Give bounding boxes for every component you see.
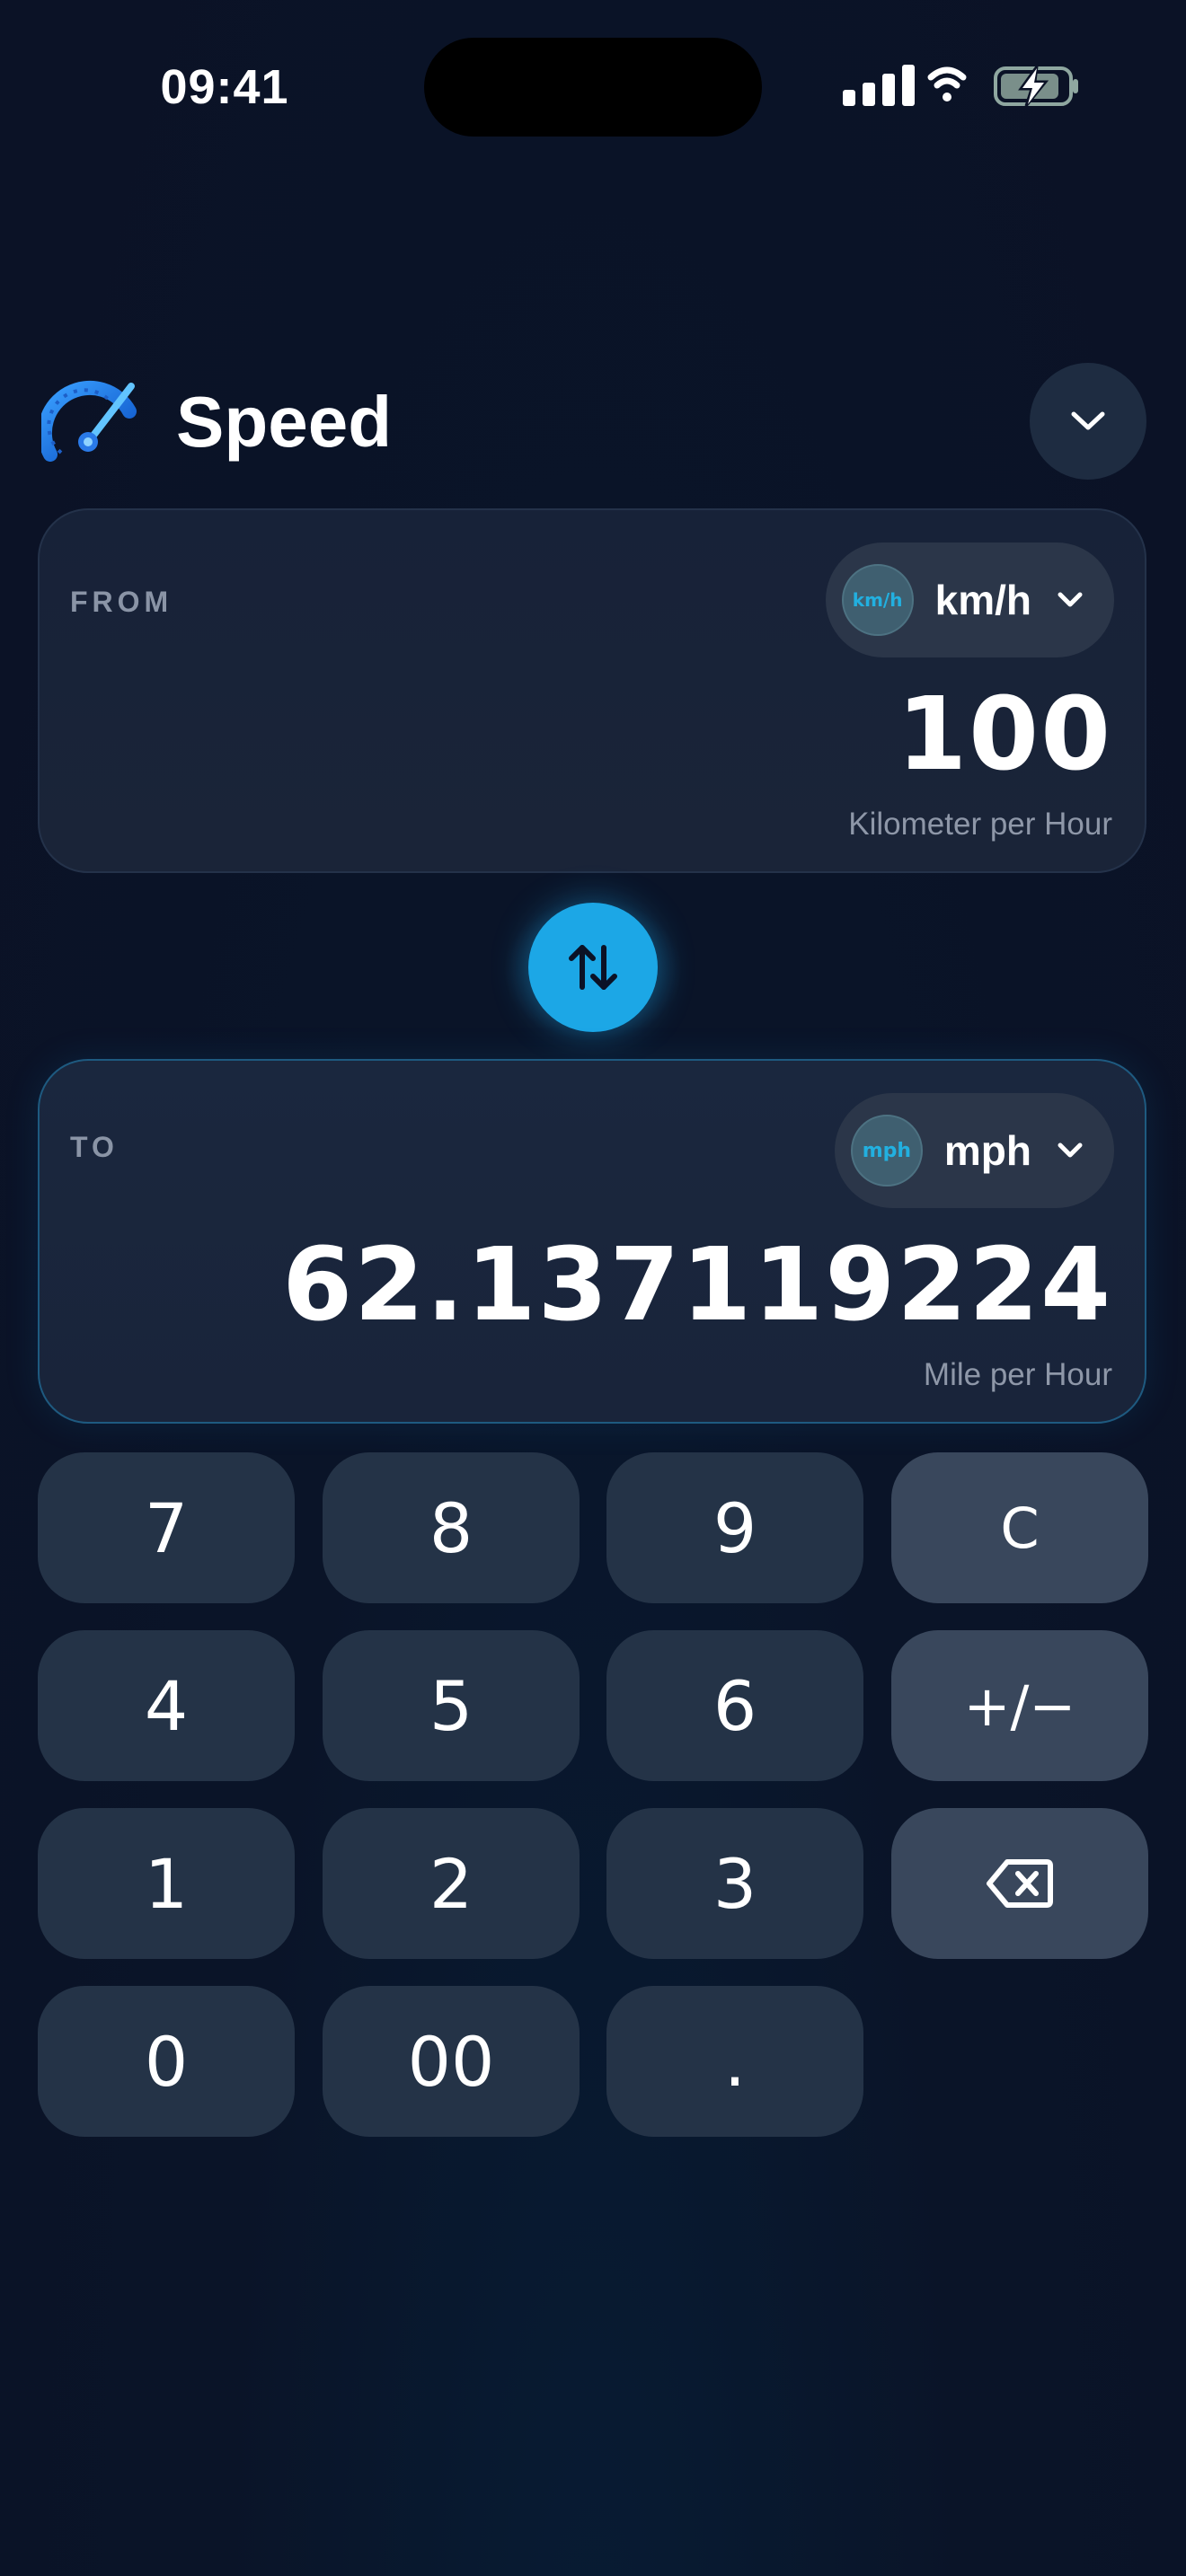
key-8[interactable]: 8 — [323, 1452, 580, 1603]
key-decimal[interactable]: . — [606, 1986, 863, 2137]
status-icons — [837, 59, 1082, 113]
key-7[interactable]: 7 — [38, 1452, 295, 1603]
toggle-sign-button[interactable]: +/− — [891, 1630, 1148, 1781]
from-unit-selector[interactable]: km/h km/h — [825, 543, 1114, 657]
from-unit-name: km/h — [934, 577, 1031, 623]
key-5[interactable]: 5 — [323, 1630, 580, 1781]
chevron-down-icon — [1058, 1142, 1083, 1158]
from-label: FROM — [70, 586, 173, 618]
key-3[interactable]: 3 — [606, 1808, 863, 1959]
key-9[interactable]: 9 — [606, 1452, 863, 1603]
key-2[interactable]: 2 — [323, 1808, 580, 1959]
key-00[interactable]: 00 — [323, 1986, 580, 2137]
backspace-button[interactable] — [891, 1808, 1148, 1959]
from-unit-full-name: Kilometer per Hour — [848, 807, 1112, 842]
key-6[interactable]: 6 — [606, 1630, 863, 1781]
to-value: 62.137119224 — [282, 1227, 1112, 1344]
swap-units-button[interactable] — [528, 903, 658, 1032]
chevron-down-icon — [1071, 411, 1105, 430]
to-unit-badge: mph — [850, 1115, 923, 1187]
dynamic-island — [424, 38, 762, 137]
swap-vertical-icon — [569, 945, 617, 990]
status-time: 09:41 — [160, 60, 289, 114]
signal-icon — [843, 65, 915, 106]
key-1[interactable]: 1 — [38, 1808, 295, 1959]
backspace-icon — [987, 1859, 1053, 1908]
page-title: Speed — [176, 382, 393, 462]
to-unit-selector[interactable]: mph mph — [834, 1093, 1114, 1208]
to-label: TO — [70, 1131, 119, 1163]
from-value: 100 — [897, 676, 1112, 793]
chevron-down-icon — [1058, 592, 1083, 607]
clear-button[interactable]: C — [891, 1452, 1148, 1603]
to-unit-full-name: Mile per Hour — [923, 1357, 1112, 1392]
key-0[interactable]: 0 — [38, 1986, 295, 2137]
to-card[interactable]: TO mph mph 62.137119224 Mile per Hour — [38, 1059, 1146, 1424]
from-card[interactable]: FROM km/h km/h 100 Kilometer per Hour — [38, 508, 1146, 873]
battery-charging-icon — [994, 61, 1078, 107]
to-unit-name: mph — [943, 1127, 1031, 1174]
key-4[interactable]: 4 — [38, 1630, 295, 1781]
wifi-icon — [927, 66, 967, 101]
speedometer-icon — [37, 375, 142, 462]
from-unit-badge: km/h — [841, 564, 914, 636]
category-dropdown-button[interactable] — [1030, 363, 1146, 480]
